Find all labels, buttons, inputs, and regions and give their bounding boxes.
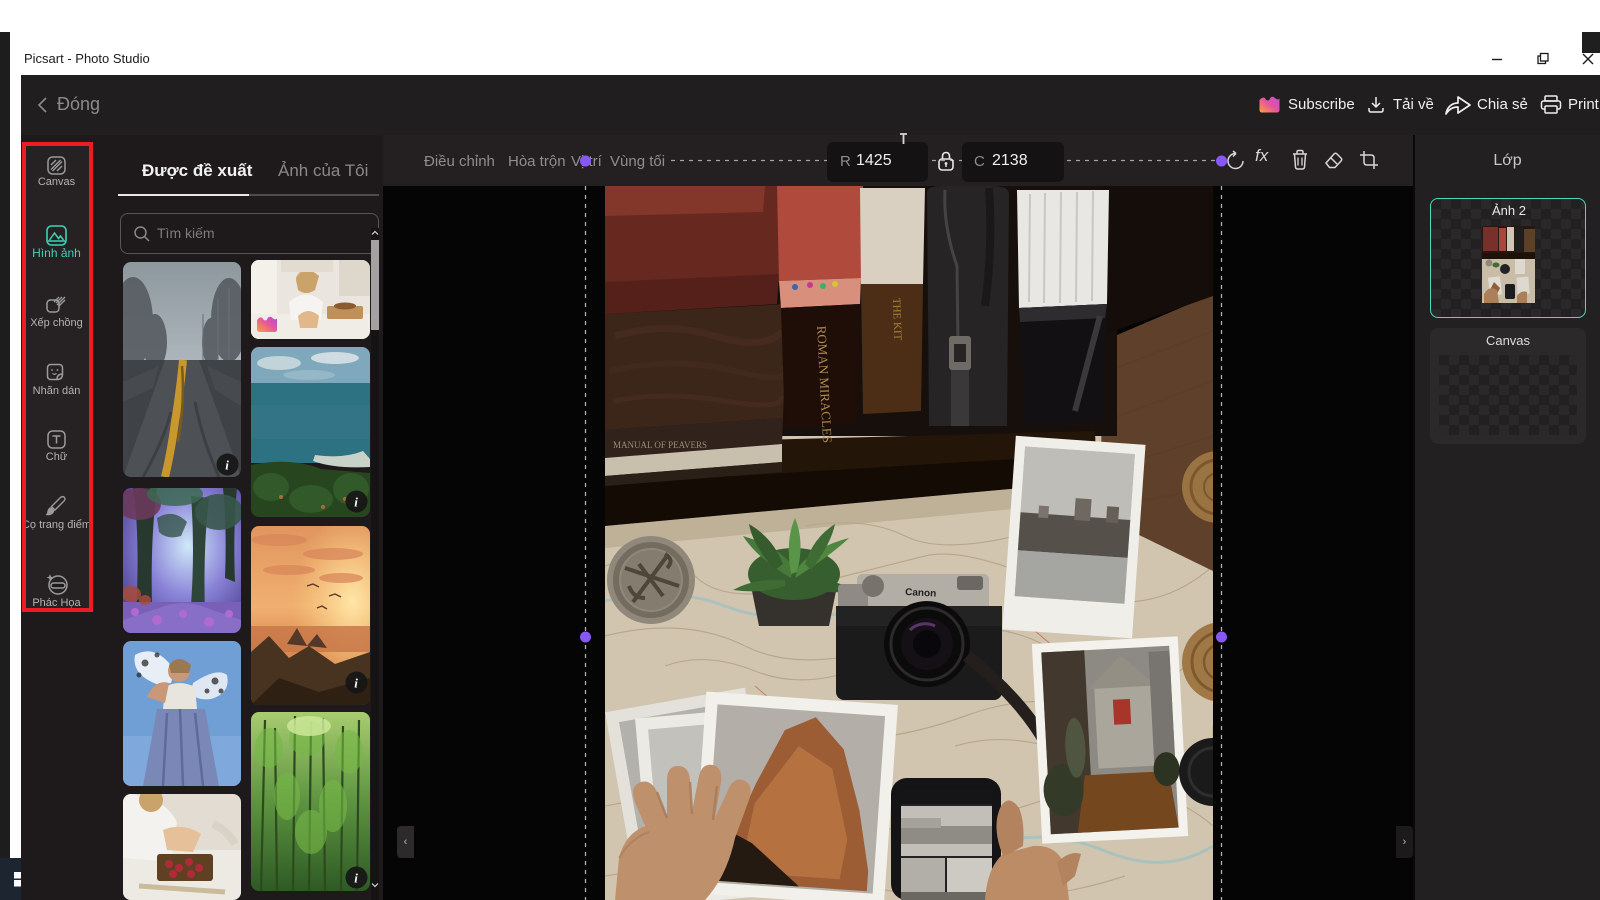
- svg-text:i: i: [354, 676, 358, 691]
- svg-text:Canon: Canon: [905, 587, 937, 600]
- svg-text:THE KIT: THE KIT: [890, 298, 903, 341]
- svg-text:i: i: [354, 495, 358, 510]
- svg-text:i: i: [354, 871, 358, 886]
- svg-text:i: i: [225, 458, 229, 473]
- svg-text:MANUAL OF PEAVERS: MANUAL OF PEAVERS: [613, 440, 707, 450]
